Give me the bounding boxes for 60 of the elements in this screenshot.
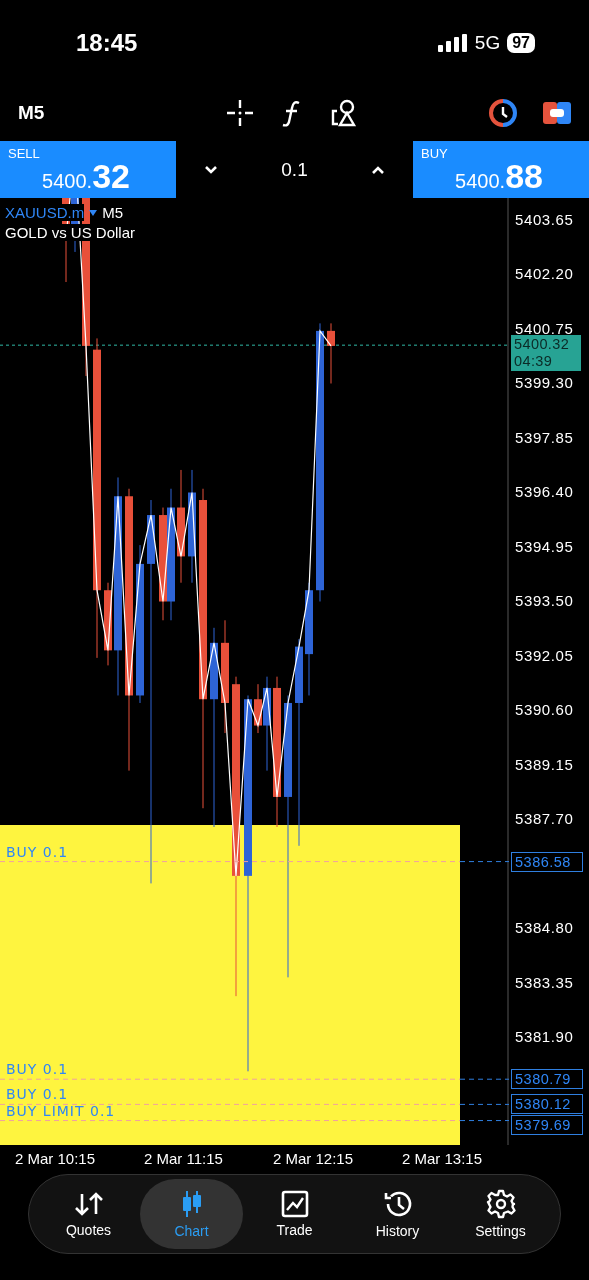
history-icon	[382, 1189, 413, 1219]
order-label[interactable]: BUY LIMIT 0.1	[6, 1102, 116, 1119]
clock-time: 18:45	[76, 28, 138, 57]
order-price-tag: 5386.58	[511, 851, 583, 872]
price-label: 5390.60	[515, 701, 574, 719]
time-label: 2 Mar 13:15	[402, 1150, 484, 1167]
settings-icon	[485, 1189, 516, 1219]
buy-button[interactable]: BUY 5400.88	[413, 141, 589, 198]
price-label: 5400.75	[515, 320, 574, 337]
order-label[interactable]: BUY 0.1	[6, 1086, 69, 1103]
battery-level: 97	[507, 32, 535, 53]
order-label[interactable]: BUY 0.1	[6, 1061, 69, 1078]
price-label: 5383.35	[515, 974, 574, 991]
nav-tab[interactable]: Chart	[140, 1179, 243, 1249]
nav-tab[interactable]: History	[346, 1179, 449, 1249]
price-label: 5384.80	[515, 919, 574, 937]
sell-button[interactable]: SELL 5400.32	[0, 141, 176, 198]
clock-circle-icon[interactable]	[489, 99, 517, 127]
time-label: 2 Mar 10:15	[15, 1150, 97, 1167]
price-label: 5387.70	[515, 810, 574, 828]
price-label: 5393.50	[515, 592, 574, 610]
candle	[327, 322, 335, 384]
timeframe-button[interactable]: M5	[18, 102, 45, 124]
signal-icon	[437, 33, 468, 52]
price-label: 5389.15	[515, 756, 574, 773]
arrows-icon	[72, 1190, 105, 1218]
price-label: 5396.40	[515, 483, 574, 501]
symbol-selector[interactable]: XAUUSD.m	[5, 204, 85, 221]
current-price-tag: 5400.32 04:39	[511, 335, 581, 372]
network-type: 5G	[474, 31, 501, 54]
price-label: 5397.85	[515, 429, 574, 446]
order-price-tag: 5379.69	[511, 1115, 583, 1136]
order-line[interactable]	[0, 861, 510, 863]
chart-square-icon	[280, 1190, 309, 1218]
chart-timeframe: M5	[102, 204, 124, 221]
order-line[interactable]	[0, 1103, 510, 1105]
nav-tab[interactable]: Trade	[243, 1179, 346, 1249]
order-line[interactable]	[0, 1078, 510, 1080]
crosshair-icon[interactable]	[226, 99, 255, 127]
price-label: 5394.95	[515, 538, 574, 555]
toggle-icon[interactable]	[543, 101, 571, 125]
nav-tab[interactable]: Quotes	[37, 1179, 140, 1249]
dropdown-icon[interactable]	[89, 209, 98, 216]
chevron-up-icon[interactable]	[371, 164, 385, 175]
order-price-tag: 5380.79	[511, 1069, 583, 1090]
price-label: 5392.05	[515, 647, 574, 664]
order-line[interactable]	[0, 1120, 510, 1122]
order-label[interactable]: BUY 0.1	[6, 843, 69, 860]
chevron-down-icon[interactable]	[204, 164, 218, 175]
time-label: 2 Mar 12:15	[273, 1150, 355, 1167]
time-label: 2 Mar 11:15	[144, 1150, 224, 1167]
price-label: 5381.90	[515, 1028, 574, 1046]
order-price-tag: 5380.12	[511, 1094, 583, 1115]
price-label: 5399.30	[515, 374, 574, 392]
volume-field[interactable]: 0.1	[281, 158, 308, 181]
nav-tab[interactable]: Settings	[449, 1179, 552, 1249]
price-label: 5402.20	[515, 265, 574, 283]
symbol-description: GOLD vs US Dollar	[5, 224, 136, 241]
price-label: 5403.65	[515, 211, 574, 228]
shapes-icon[interactable]	[330, 99, 359, 127]
